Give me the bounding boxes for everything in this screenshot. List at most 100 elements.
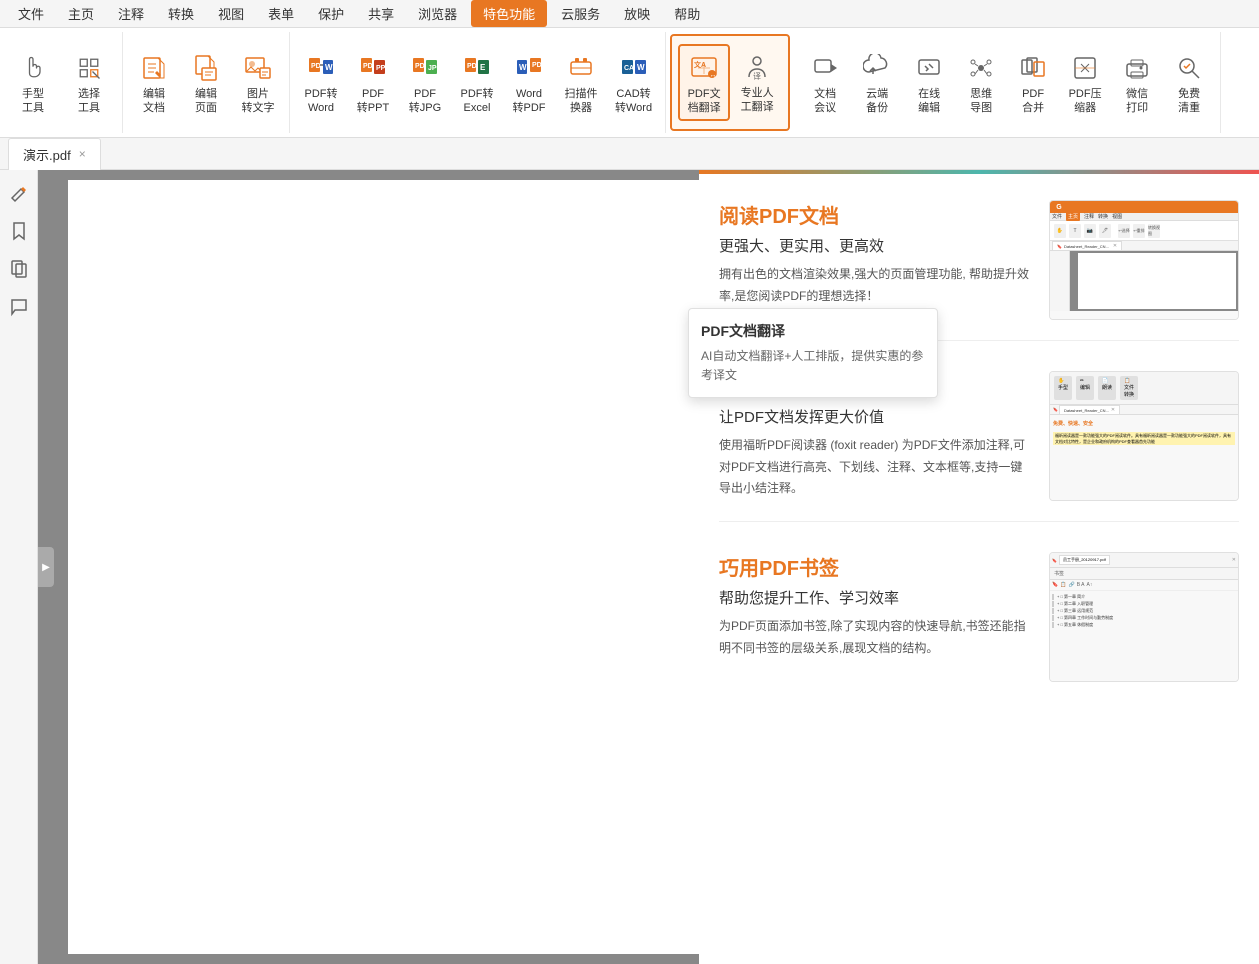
scan-icon bbox=[563, 50, 599, 86]
section-bookmark-image: 🔖 员工手册_20120917.pdf ✕ 书签 🔖📋🔗B AA↑ + □ 第一… bbox=[1049, 552, 1239, 682]
doc-meeting-button[interactable]: 文档会议 bbox=[800, 45, 850, 119]
online-edit-label: 在线编辑 bbox=[918, 88, 940, 114]
pdf-merge-button[interactable]: PDF合并 bbox=[1008, 45, 1058, 119]
menu-home[interactable]: 主页 bbox=[58, 0, 104, 27]
bookmark-sidebar-icon[interactable] bbox=[4, 216, 34, 246]
main-area: ▶ 阅读PDF文档 更强大、更实用、更高效 拥有出色的文档渲染效果,强大的页面管… bbox=[0, 170, 1259, 964]
pdf-content-panel: 阅读PDF文档 更强大、更实用、更高效 拥有出色的文档渲染效果,强大的页面管理功… bbox=[699, 170, 1259, 964]
tooltip-body: AI自动文档翻译+人工排版，提供实惠的参考译文 bbox=[701, 347, 925, 385]
edit-doc-icon bbox=[136, 50, 172, 86]
cloud-icon bbox=[859, 50, 895, 86]
menu-file[interactable]: 文件 bbox=[8, 0, 54, 27]
section-read-text: 阅读PDF文档 更强大、更实用、更高效 拥有出色的文档渲染效果,强大的页面管理功… bbox=[719, 200, 1029, 307]
pdf-to-ppt-label: PDF转PPT bbox=[357, 88, 389, 114]
pdf-to-ppt-button[interactable]: PDF PPT PDF转PPT bbox=[348, 45, 398, 119]
tools-items: 文档会议 云端备份 在 bbox=[800, 45, 1214, 119]
menu-browser[interactable]: 浏览器 bbox=[408, 0, 467, 27]
menu-convert[interactable]: 转换 bbox=[158, 0, 204, 27]
select-tool-label: 选择工具 bbox=[78, 88, 100, 114]
hand-icon bbox=[15, 50, 51, 86]
wechat-print-icon bbox=[1119, 50, 1155, 86]
pdf-compress-button[interactable]: PDF压缩器 bbox=[1060, 45, 1110, 119]
svg-text:JPG: JPG bbox=[428, 65, 439, 72]
word-pdf-icon: W PDF bbox=[511, 50, 547, 86]
svg-text:PDF: PDF bbox=[532, 62, 543, 69]
menu-help[interactable]: 帮助 bbox=[664, 0, 710, 27]
svg-text:PPT: PPT bbox=[376, 65, 387, 72]
pdf-translate-icon: 文A ↔ bbox=[686, 50, 722, 86]
mind-map-button[interactable]: 思维导图 bbox=[956, 45, 1006, 119]
pdf-to-excel-label: PDF转Excel bbox=[461, 88, 494, 114]
select-tool-button[interactable]: 选择工具 bbox=[62, 45, 116, 119]
comment-sidebar-icon[interactable] bbox=[4, 292, 34, 322]
meeting-icon bbox=[807, 50, 843, 86]
pdf-translate-button[interactable]: 文A ↔ PDF文档翻译 bbox=[678, 44, 730, 120]
tab-close-button[interactable]: × bbox=[79, 147, 86, 161]
pdf-page bbox=[68, 180, 718, 954]
svg-text:E: E bbox=[480, 63, 486, 72]
pdf-to-excel-button[interactable]: PDF E PDF转Excel bbox=[452, 45, 502, 119]
select-icon bbox=[71, 50, 107, 86]
menu-cloud[interactable]: 云服务 bbox=[551, 0, 610, 27]
img-text-icon bbox=[240, 50, 276, 86]
scan-convert-button[interactable]: 扫描件换器 bbox=[556, 45, 606, 119]
img-to-text-button[interactable]: 图片转文字 bbox=[233, 45, 283, 119]
free-check-label: 免费清重 bbox=[1178, 88, 1200, 114]
edit-doc-label: 编辑文档 bbox=[143, 88, 165, 114]
menu-bar: 文件 主页 注释 转换 视图 表单 保护 共享 浏览器 特色功能 云服务 放映 … bbox=[0, 0, 1259, 28]
mind-map-icon bbox=[963, 50, 999, 86]
scan-label: 扫描件换器 bbox=[565, 88, 598, 114]
hand-tool-button[interactable]: 手型工具 bbox=[6, 45, 60, 119]
menu-protect[interactable]: 保护 bbox=[308, 0, 354, 27]
pdf-word-icon: PDF W bbox=[303, 50, 339, 86]
menu-feature[interactable]: 特色功能 bbox=[471, 0, 547, 27]
pdf-tab[interactable]: 演示.pdf × bbox=[8, 138, 101, 170]
meeting-label: 文档会议 bbox=[814, 88, 836, 114]
section-annotate-subtitle: 让PDF文档发挥更大价值 bbox=[719, 406, 1029, 427]
edit-page-button[interactable]: 编辑页面 bbox=[181, 45, 231, 119]
section-bookmark-text: 巧用PDF书签 帮助您提升工作、学习效率 为PDF页面添加书签,除了实现内容的快… bbox=[719, 552, 1029, 659]
pdf-merge-icon bbox=[1015, 50, 1051, 86]
cloud-backup-label: 云端备份 bbox=[866, 88, 888, 114]
edit-sidebar-icon[interactable] bbox=[4, 178, 34, 208]
cad-to-word-label: CAD转转Word bbox=[615, 88, 652, 114]
section-bookmark-body: 为PDF页面添加书签,除了实现内容的快速导航,书签还能指明不同书签的层级关系,展… bbox=[719, 616, 1029, 659]
ribbon-group-handselect: 手型工具 选择工具 bbox=[0, 32, 123, 133]
tooltip-title: PDF文档翻译 bbox=[701, 321, 925, 341]
pdf-to-word-button[interactable]: PDF W PDF转Word bbox=[296, 45, 346, 119]
ribbon: 手型工具 选择工具 bbox=[0, 28, 1259, 138]
wechat-print-button[interactable]: 微信打印 bbox=[1112, 45, 1162, 119]
edit-page-label: 编辑页面 bbox=[195, 88, 217, 114]
svg-text:W: W bbox=[637, 63, 645, 72]
menu-form[interactable]: 表单 bbox=[258, 0, 304, 27]
ribbon-group-edit: 编辑文档 编辑页面 bbox=[123, 32, 290, 133]
tab-label: 演示.pdf bbox=[23, 145, 71, 164]
cad-to-word-button[interactable]: CAD W CAD转转Word bbox=[608, 45, 659, 119]
free-check-button[interactable]: 免费清重 bbox=[1164, 45, 1214, 119]
hand-tool-label: 手型工具 bbox=[22, 88, 44, 114]
section-read-subtitle: 更强大、更实用、更高效 bbox=[719, 235, 1029, 256]
pages-sidebar-icon[interactable] bbox=[4, 254, 34, 284]
edit-doc-button[interactable]: 编辑文档 bbox=[129, 45, 179, 119]
section-bookmark-title: 巧用PDF书签 bbox=[719, 552, 1029, 581]
pdf-excel-icon: PDF E bbox=[459, 50, 495, 86]
edit-page-icon bbox=[188, 50, 224, 86]
section-bookmark: 巧用PDF书签 帮助您提升工作、学习效率 为PDF页面添加书签,除了实现内容的快… bbox=[719, 552, 1239, 702]
word-to-pdf-button[interactable]: W PDF Word转PDF bbox=[504, 45, 554, 119]
menu-present[interactable]: 放映 bbox=[614, 0, 660, 27]
menu-annotate[interactable]: 注释 bbox=[108, 0, 154, 27]
menu-view[interactable]: 视图 bbox=[208, 0, 254, 27]
collapse-arrow[interactable]: ▶ bbox=[38, 547, 54, 587]
pdf-to-jpg-label: PDF转JPG bbox=[409, 88, 441, 114]
pdf-jpg-icon: PDF JPG bbox=[407, 50, 443, 86]
section-bookmark-subtitle: 帮助您提升工作、学习效率 bbox=[719, 587, 1029, 608]
pdf-to-jpg-button[interactable]: PDF JPG PDF转JPG bbox=[400, 45, 450, 119]
online-edit-button[interactable]: 在线编辑 bbox=[904, 45, 954, 119]
ribbon-group-special: 文A ↔ PDF文档翻译 译 专业人工翻译 bbox=[670, 34, 790, 131]
menu-share[interactable]: 共享 bbox=[358, 0, 404, 27]
human-translate-button[interactable]: 译 专业人工翻译 bbox=[732, 44, 782, 118]
svg-text:W: W bbox=[325, 63, 333, 72]
cloud-backup-button[interactable]: 云端备份 bbox=[852, 45, 902, 119]
svg-text:译: 译 bbox=[753, 72, 761, 81]
pdf-translate-label: PDF文档翻译 bbox=[688, 88, 721, 114]
